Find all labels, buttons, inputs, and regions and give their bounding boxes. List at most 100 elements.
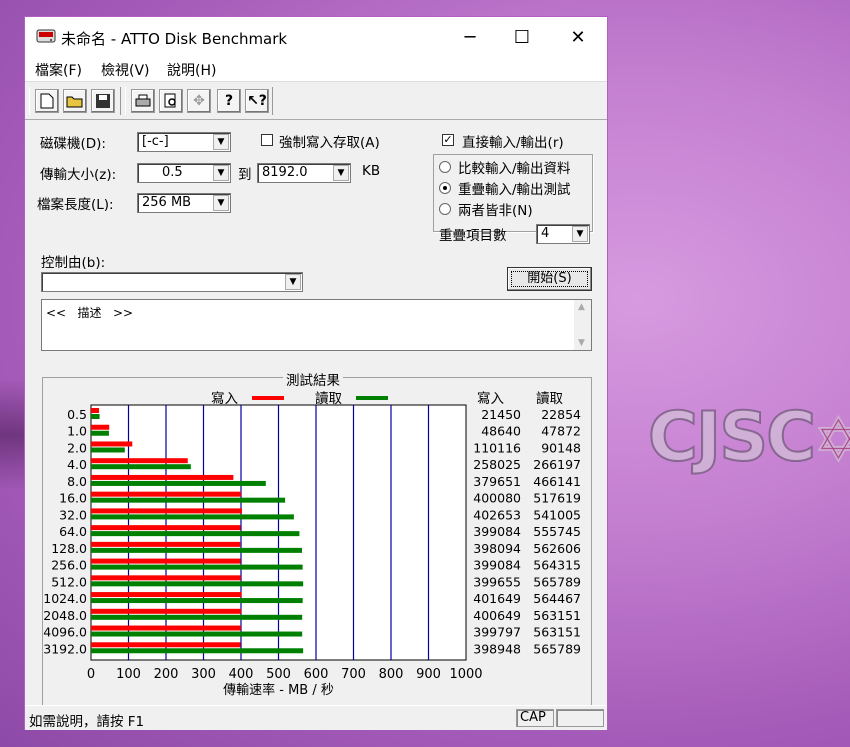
write-value: 110116: [473, 440, 521, 455]
help-icon[interactable]: ?: [217, 89, 241, 113]
read-bar: [91, 614, 303, 620]
controlled-by-label: 控制由(b):: [41, 255, 106, 271]
menu-file[interactable]: 檔案(F): [35, 60, 82, 80]
print-icon[interactable]: [131, 89, 155, 113]
scroll-up-icon[interactable]: ▲: [578, 302, 585, 312]
x-tick-label: 700: [341, 667, 366, 682]
x-tick-label: 500: [266, 667, 291, 682]
y-tick-label: 64.0: [59, 524, 87, 539]
force-write-checkbox[interactable]: [261, 134, 273, 146]
drive-label: 磁碟機(D):: [40, 136, 106, 152]
write-bar: [91, 592, 242, 598]
read-bar: [91, 598, 303, 604]
read-bar: [91, 414, 100, 419]
read-value: 466141: [533, 474, 581, 489]
radio-neither-label: 兩者皆非(N): [458, 203, 533, 219]
write-bar: [91, 575, 241, 581]
menu-help[interactable]: 說明(H): [167, 60, 216, 80]
read-bar: [91, 480, 266, 486]
read-bar: [91, 430, 109, 436]
write-value: 379651: [473, 474, 521, 489]
read-value: 541005: [533, 507, 581, 522]
queue-depth-label: 重疊項目數: [439, 228, 507, 244]
chevron-down-icon: ▼: [213, 165, 229, 181]
x-tick-label: 800: [379, 667, 404, 682]
close-button[interactable]: ✕: [555, 17, 601, 57]
y-tick-label: 256.0: [51, 558, 87, 573]
write-bar: [91, 625, 241, 631]
y-tick-label: 2048.0: [43, 608, 87, 623]
file-length-value: 256 MB: [142, 195, 192, 210]
write-value: 401649: [473, 591, 521, 606]
status-bar: 如需說明，請按 F1 CAP: [25, 705, 607, 730]
x-tick-label: 100: [116, 667, 141, 682]
y-tick-label: 512.0: [51, 574, 87, 589]
controlled-by-select[interactable]: ▼: [41, 272, 303, 292]
context-help-icon[interactable]: ↖?: [245, 89, 269, 113]
read-bar: [91, 581, 304, 587]
x-tick-label: 900: [416, 667, 441, 682]
y-tick-label: 128.0: [51, 541, 87, 556]
results-group: 測試結果 寫入 讀取 寫入 讀取 0 100 200 300 400 500 600 700 8…: [42, 369, 592, 711]
y-tick-label: 0.5: [67, 407, 87, 422]
transfer-from-value: 0.5: [162, 165, 183, 180]
write-value: 398948: [473, 641, 521, 656]
x-tick-label: 1000: [449, 667, 482, 682]
description-scrollbar[interactable]: ▲ ▼: [574, 300, 591, 350]
write-value: 400080: [473, 491, 521, 506]
write-value: 399084: [473, 558, 521, 573]
minimize-button[interactable]: ─: [447, 17, 493, 57]
chevron-down-icon: ▼: [213, 195, 229, 211]
throughput-chart: 0 100 200 300 400 500 600 700 800 900 1000 傳輸速率 - M…: [43, 404, 581, 698]
write-bar: [91, 558, 241, 564]
write-value: 398094: [473, 541, 521, 556]
scroll-down-icon[interactable]: ▼: [578, 338, 585, 348]
drive-select[interactable]: [-c-] ▼: [137, 132, 231, 152]
new-file-icon[interactable]: [35, 89, 59, 113]
radio-compare-label: 比較輸入/輸出資料: [458, 161, 571, 177]
transfer-to-select[interactable]: 8192.0 ▼: [257, 163, 351, 183]
x-tick-label: 200: [154, 667, 179, 682]
open-folder-icon[interactable]: [63, 89, 87, 113]
maximize-button[interactable]: ☐: [499, 17, 545, 57]
save-icon[interactable]: [91, 89, 115, 113]
x-axis-label: 傳輸速率 - MB / 秒: [223, 682, 334, 698]
print-preview-icon[interactable]: [159, 89, 183, 113]
read-value: 564467: [533, 591, 581, 606]
read-value: 90148: [541, 440, 581, 455]
read-value: 565789: [533, 574, 581, 589]
read-value: 266197: [533, 457, 581, 472]
read-bar: [91, 464, 191, 470]
radio-overlap[interactable]: [439, 182, 451, 194]
queue-depth-select[interactable]: 4 ▼: [536, 224, 590, 244]
title-bar[interactable]: 未命名 - ATTO Disk Benchmark ─ ☐ ✕: [25, 17, 607, 57]
cap-indicator: CAP: [516, 709, 554, 727]
file-length-select[interactable]: 256 MB ▼: [137, 193, 231, 213]
description-textarea[interactable]: << 描述 >> ▲ ▼: [41, 299, 592, 351]
chevron-down-icon: ▼: [572, 226, 588, 242]
y-tick-label: 8.0: [67, 474, 87, 489]
direct-io-checkbox[interactable]: ✓: [442, 134, 454, 146]
window-title: 未命名 - ATTO Disk Benchmark: [61, 30, 288, 48]
toolbar: ✥ ? ↖?: [25, 81, 607, 120]
status-help-text: 如需說明，請按 F1: [29, 714, 145, 730]
radio-neither[interactable]: [439, 203, 451, 215]
write-bar: [91, 424, 110, 430]
cap-text: CAP: [520, 710, 546, 725]
description-text: << 描述 >>: [46, 306, 134, 320]
to-label: 到: [238, 167, 252, 183]
write-value: 21450: [481, 407, 521, 422]
write-bar: [91, 474, 234, 480]
transfer-size-label: 傳輸大小(z):: [40, 167, 117, 183]
transfer-to-value: 8192.0: [262, 165, 308, 180]
start-button[interactable]: 開始(S): [507, 267, 592, 291]
radio-compare[interactable]: [439, 161, 451, 173]
move-icon[interactable]: ✥: [187, 89, 211, 113]
x-tick-label: 400: [229, 667, 254, 682]
transfer-from-select[interactable]: 0.5 ▼: [137, 163, 231, 183]
menu-view[interactable]: 檢視(V): [101, 60, 150, 80]
write-bar: [91, 508, 242, 514]
radio-overlap-label: 重疊輸入/輸出測試: [458, 182, 571, 198]
y-tick-label: 2.0: [67, 440, 87, 455]
chevron-down-icon: ▼: [213, 134, 229, 150]
